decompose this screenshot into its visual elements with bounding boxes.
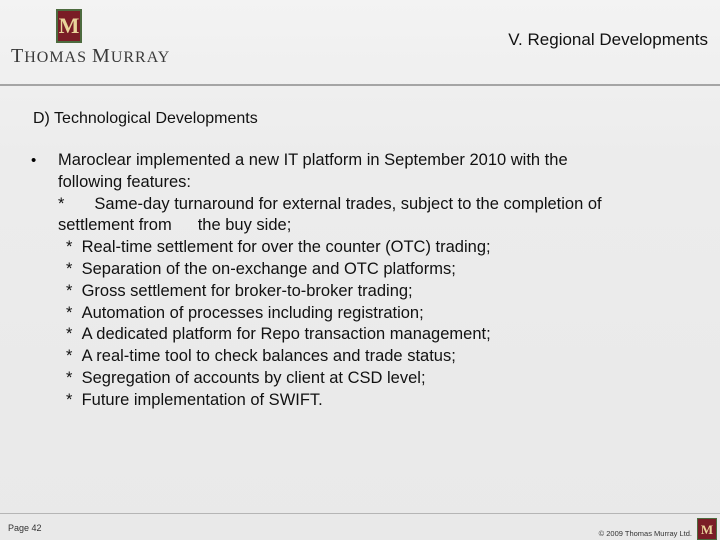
asterisk-marker: * xyxy=(66,347,73,366)
feature-item: * Future implementation of SWIFT. xyxy=(58,390,678,412)
subheading: D) Technological Developments xyxy=(33,110,258,127)
asterisk-marker: * xyxy=(58,194,65,213)
feature-item: * Automation of processes including regi… xyxy=(58,303,678,325)
asterisk-marker: * xyxy=(66,325,73,344)
asterisk-marker: * xyxy=(66,238,73,257)
brand-second-rest: URRAY xyxy=(110,49,171,66)
slide-footer: Page 42 © 2009 Thomas Murray Ltd. M xyxy=(0,505,720,540)
feature-text: Real-time settlement for over the counte… xyxy=(81,238,491,257)
feature-text: Segregation of accounts by client at CSD… xyxy=(81,368,426,387)
slide-header: M THOMAS MURRAY V. Regional Developments xyxy=(0,0,720,86)
asterisk-marker: * xyxy=(66,368,73,387)
brand-name: THOMAS MURRAY xyxy=(11,45,170,68)
feature-item: * Separation of the on-exchange and OTC … xyxy=(58,259,678,281)
feature-text: A dedicated platform for Repo transactio… xyxy=(81,325,491,344)
feature-text: A real-time tool to check balances and t… xyxy=(81,347,456,366)
footer-divider xyxy=(0,513,720,514)
feature-text: Same-day turnaround for external trades,… xyxy=(94,194,602,213)
feature-item: * Same-day turnaround for external trades… xyxy=(58,194,678,216)
footer-logo-icon: M xyxy=(697,518,717,540)
feature-item: * Segregation of accounts by client at C… xyxy=(58,368,678,390)
section-title: V. Regional Developments xyxy=(508,30,708,49)
asterisk-marker: * xyxy=(66,303,73,322)
asterisk-marker: * xyxy=(66,259,73,278)
logo-monogram: M xyxy=(58,13,80,38)
brand-first-rest: HOMAS xyxy=(24,49,88,66)
feature-text: Separation of the on-exchange and OTC pl… xyxy=(81,259,456,278)
feature-text-block: Maroclear implemented a new IT platform … xyxy=(58,150,678,412)
page-number: Page 42 xyxy=(8,523,42,533)
asterisk-marker: * xyxy=(66,281,73,300)
slide-content: D) Technological Developments • Maroclea… xyxy=(0,86,720,506)
intro-line: following features: xyxy=(58,172,191,191)
asterisk-marker: * xyxy=(66,390,73,409)
feature-text: Future implementation of SWIFT. xyxy=(81,390,323,409)
feature-text: Automation of processes including regist… xyxy=(81,303,424,322)
feature-item: * Real-time settlement for over the coun… xyxy=(58,237,678,259)
feature-continuation: settlement from the buy side; xyxy=(58,215,678,237)
brand-second-initial: M xyxy=(92,45,111,67)
feature-item: * A dedicated platform for Repo transact… xyxy=(58,324,678,346)
feature-text: settlement from xyxy=(58,216,172,235)
feature-item: * A real-time tool to check balances and… xyxy=(58,346,678,368)
intro-line: Maroclear implemented a new IT platform … xyxy=(58,151,568,169)
feature-text: the buy side; xyxy=(197,216,292,235)
bullet-icon: • xyxy=(31,152,37,169)
copyright-notice: © 2009 Thomas Murray Ltd. xyxy=(598,529,692,538)
brand-first-initial: T xyxy=(11,45,25,67)
feature-item: * Gross settlement for broker-to-broker … xyxy=(58,281,678,303)
feature-text: Gross settlement for broker-to-broker tr… xyxy=(81,281,413,300)
thomas-murray-logo-icon: M xyxy=(56,9,82,43)
footer-logo-monogram: M xyxy=(700,521,714,537)
